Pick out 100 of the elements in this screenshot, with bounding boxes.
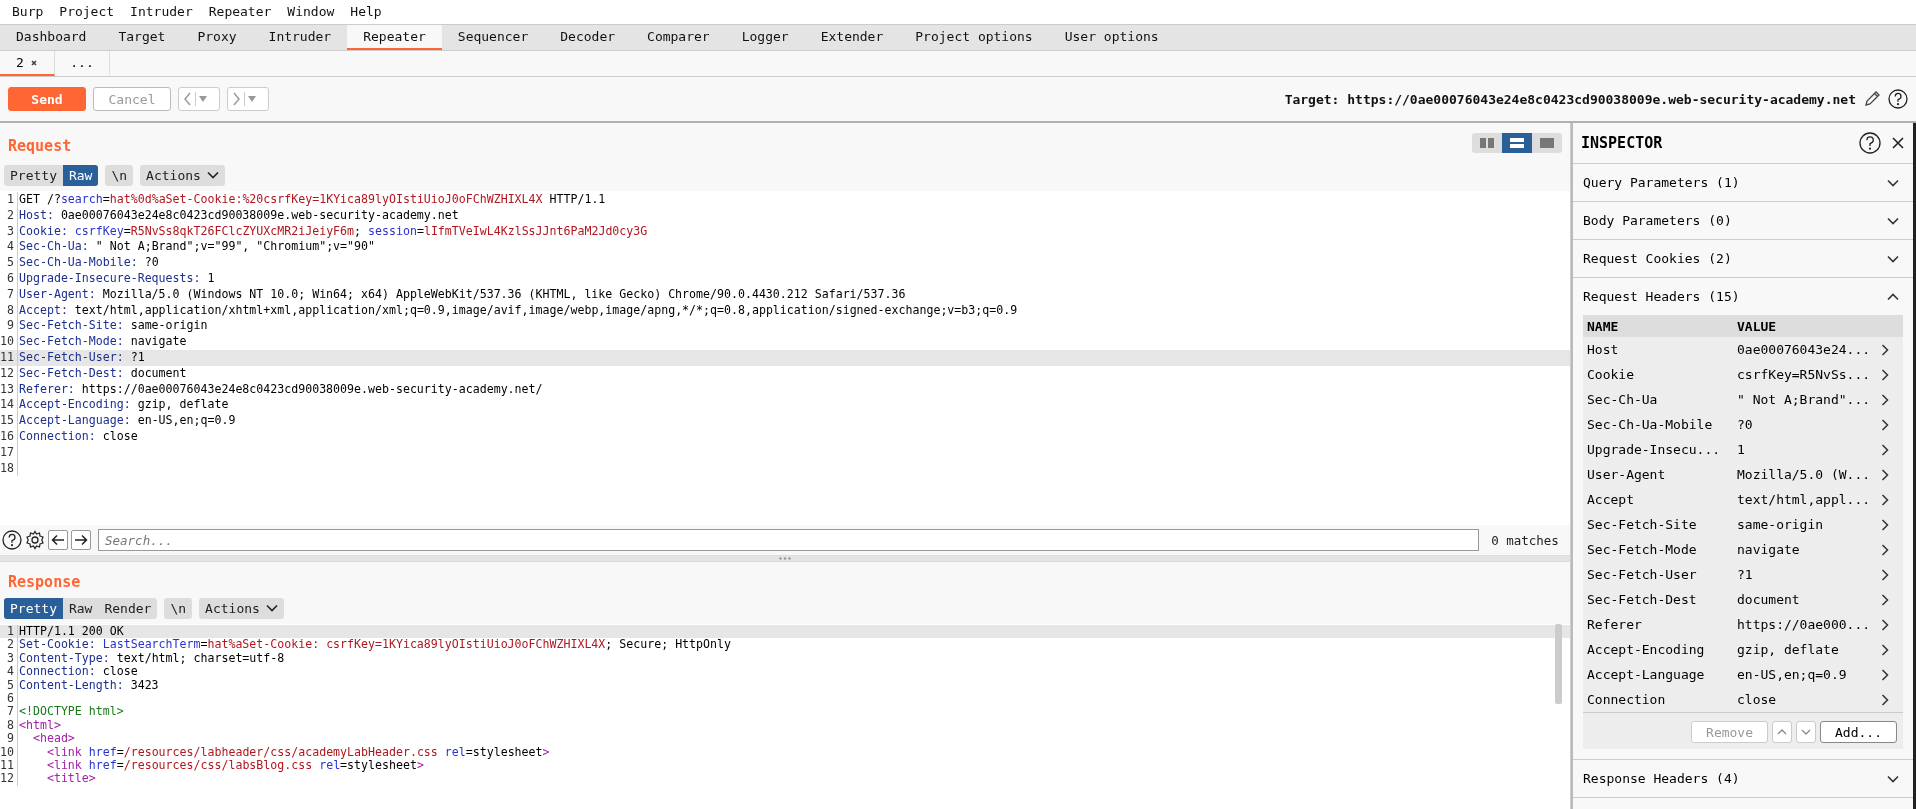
table-row[interactable]: User-Agent Mozilla/5.0 (W...	[1583, 462, 1903, 487]
previous-button[interactable]	[48, 530, 68, 550]
chevron-right-icon[interactable]	[1881, 618, 1889, 631]
header-name: Referer	[1587, 617, 1643, 632]
chevron-down-icon[interactable]	[1887, 254, 1899, 263]
view-tab[interactable]: Pretty	[4, 164, 63, 186]
menu-item[interactable]: Help	[342, 0, 390, 24]
section-header[interactable]: Query Parameters (1)	[1573, 164, 1913, 201]
view-tab[interactable]: Raw	[62, 597, 99, 619]
table-row[interactable]: Accept-Encoding gzip, deflate	[1583, 637, 1903, 662]
chevron-right-icon[interactable]	[1881, 443, 1889, 456]
code-line: User-Agent: Mozilla/5.0 (Windows NT 10.0; Win64; x64) AppleWebKit/537.36 (KHTML, like Gecko) Chrome/90.0.4430.212 Safari/537.36	[18, 286, 906, 303]
table-row[interactable]: Sec-Ch-Ua-Mobile ?0	[1583, 412, 1903, 437]
chevron-right-icon[interactable]	[1881, 693, 1889, 706]
menu-item[interactable]: Intruder	[122, 0, 201, 24]
header-value: Mozilla/5.0 (W...	[1737, 467, 1872, 482]
next-button[interactable]	[71, 530, 91, 550]
header-value: https://0ae000...	[1737, 617, 1872, 632]
code-line: <html>	[18, 718, 61, 733]
code-line: Accept-Encoding: gzip, deflate	[18, 397, 229, 414]
chevron-right-icon[interactable]	[1881, 418, 1889, 431]
tab[interactable]: Proxy	[181, 25, 253, 50]
chevron-right-icon[interactable]	[1881, 568, 1889, 581]
chevron-right-icon[interactable]	[1881, 643, 1889, 656]
view-tab[interactable]: Pretty	[4, 597, 63, 619]
tab[interactable]: Dashboard	[0, 25, 103, 50]
tab[interactable]: Decoder	[544, 25, 632, 50]
add-button[interactable]: Add...	[1820, 721, 1897, 743]
chevron-down-icon	[1801, 729, 1812, 735]
code-line: Content-Length: 3423	[18, 678, 159, 693]
tab[interactable]: User options	[1048, 25, 1175, 50]
help-icon[interactable]	[2, 530, 22, 550]
header-value: en-US,en;q=0.9	[1737, 667, 1848, 682]
table-row[interactable]: Sec-Ch-Ua " Not A;Brand"...	[1583, 387, 1903, 412]
chevron-right-icon[interactable]	[1881, 593, 1889, 606]
chevron-down-icon[interactable]	[1887, 216, 1899, 225]
menu-item[interactable]: Project	[51, 0, 123, 24]
actions-menu[interactable]: Actions	[140, 164, 225, 186]
table-row[interactable]: Referer https://0ae000...	[1583, 612, 1903, 637]
tab[interactable]: Project options	[899, 25, 1049, 50]
layout-toggle[interactable]	[1502, 133, 1532, 153]
tab[interactable]: Logger	[725, 25, 805, 50]
view-tab[interactable]: Raw	[62, 164, 99, 186]
chevron-right-icon[interactable]	[1881, 343, 1889, 356]
table-row[interactable]: Host 0ae00076043e24...	[1583, 337, 1903, 362]
tab[interactable]: ...	[55, 51, 110, 76]
search-field[interactable]: Search...	[98, 529, 1479, 551]
chevron-down-icon[interactable]	[1887, 178, 1899, 187]
drag-handle-icon[interactable]	[779, 557, 791, 560]
section-header[interactable]: Request Cookies (2)	[1573, 240, 1913, 277]
chevron-right-icon[interactable]	[1881, 468, 1889, 481]
close-icon[interactable]	[29, 58, 38, 67]
table-row[interactable]: Accept text/html,appl...	[1583, 487, 1903, 512]
chevron-right-icon[interactable]	[1881, 518, 1889, 531]
help-icon[interactable]	[1859, 132, 1881, 154]
close-icon[interactable]	[1891, 136, 1905, 150]
tab[interactable]: Sequencer	[441, 25, 545, 50]
table-row[interactable]: Upgrade-Insecu... 1	[1583, 437, 1903, 462]
tab[interactable]: Repeater	[347, 25, 442, 50]
pencil-icon[interactable]	[1863, 90, 1881, 108]
back-button[interactable]	[178, 87, 220, 111]
section-header[interactable]: Request Headers (15)	[1573, 278, 1913, 315]
split-rows-icon	[1510, 138, 1524, 148]
chevron-down-icon[interactable]	[265, 604, 278, 612]
chevron-right-icon[interactable]	[1881, 668, 1889, 681]
table-row[interactable]: Connection close	[1583, 687, 1903, 712]
chevron-right-icon[interactable]	[1881, 393, 1889, 406]
newline-toggle[interactable]: \n	[105, 164, 134, 186]
tab[interactable]: Comparer	[631, 25, 726, 50]
table-row[interactable]: Sec-Fetch-Dest document	[1583, 587, 1903, 612]
table-row[interactable]: Cookie csrfKey=R5NvSs...	[1583, 362, 1903, 387]
table-row[interactable]: Sec-Fetch-Mode navigate	[1583, 537, 1903, 562]
newline-toggle[interactable]: \n	[164, 597, 193, 619]
tab[interactable]: Intruder	[252, 25, 348, 50]
view-tab[interactable]: Render	[98, 597, 158, 619]
table-row[interactable]: Accept-Language en-US,en;q=0.9	[1583, 662, 1903, 687]
tab[interactable]: Target	[102, 25, 182, 50]
menu-item[interactable]: Burp	[4, 0, 52, 24]
menu-item[interactable]: Window	[279, 0, 343, 24]
gear-icon[interactable]	[25, 530, 45, 550]
section-header[interactable]: Body Parameters (0)	[1573, 202, 1913, 239]
scrollbar[interactable]	[1555, 624, 1562, 704]
menu-item[interactable]: Repeater	[200, 0, 280, 24]
actions-menu[interactable]: Actions	[199, 597, 284, 619]
line-number: 8	[0, 718, 18, 733]
chevron-right-icon[interactable]	[1881, 368, 1889, 381]
chevron-down-icon[interactable]	[206, 171, 219, 179]
tab[interactable]: Extender	[804, 25, 900, 50]
chevron-up-icon[interactable]	[1887, 292, 1899, 301]
table-row[interactable]: Sec-Fetch-Site same-origin	[1583, 512, 1903, 537]
header-name: Host	[1587, 342, 1620, 357]
forward-button[interactable]	[227, 87, 269, 111]
chevron-down-icon[interactable]	[1887, 774, 1899, 783]
chevron-right-icon[interactable]	[1881, 493, 1889, 506]
chevron-right-icon[interactable]	[1881, 543, 1889, 556]
table-row[interactable]: Sec-Fetch-User ?1	[1583, 562, 1903, 587]
code-line: Sec-Fetch-Dest: document	[18, 365, 187, 382]
header-name: Connection	[1587, 692, 1667, 707]
section-header[interactable]: Response Headers (4)	[1573, 760, 1913, 797]
help-icon[interactable]	[1888, 89, 1908, 109]
